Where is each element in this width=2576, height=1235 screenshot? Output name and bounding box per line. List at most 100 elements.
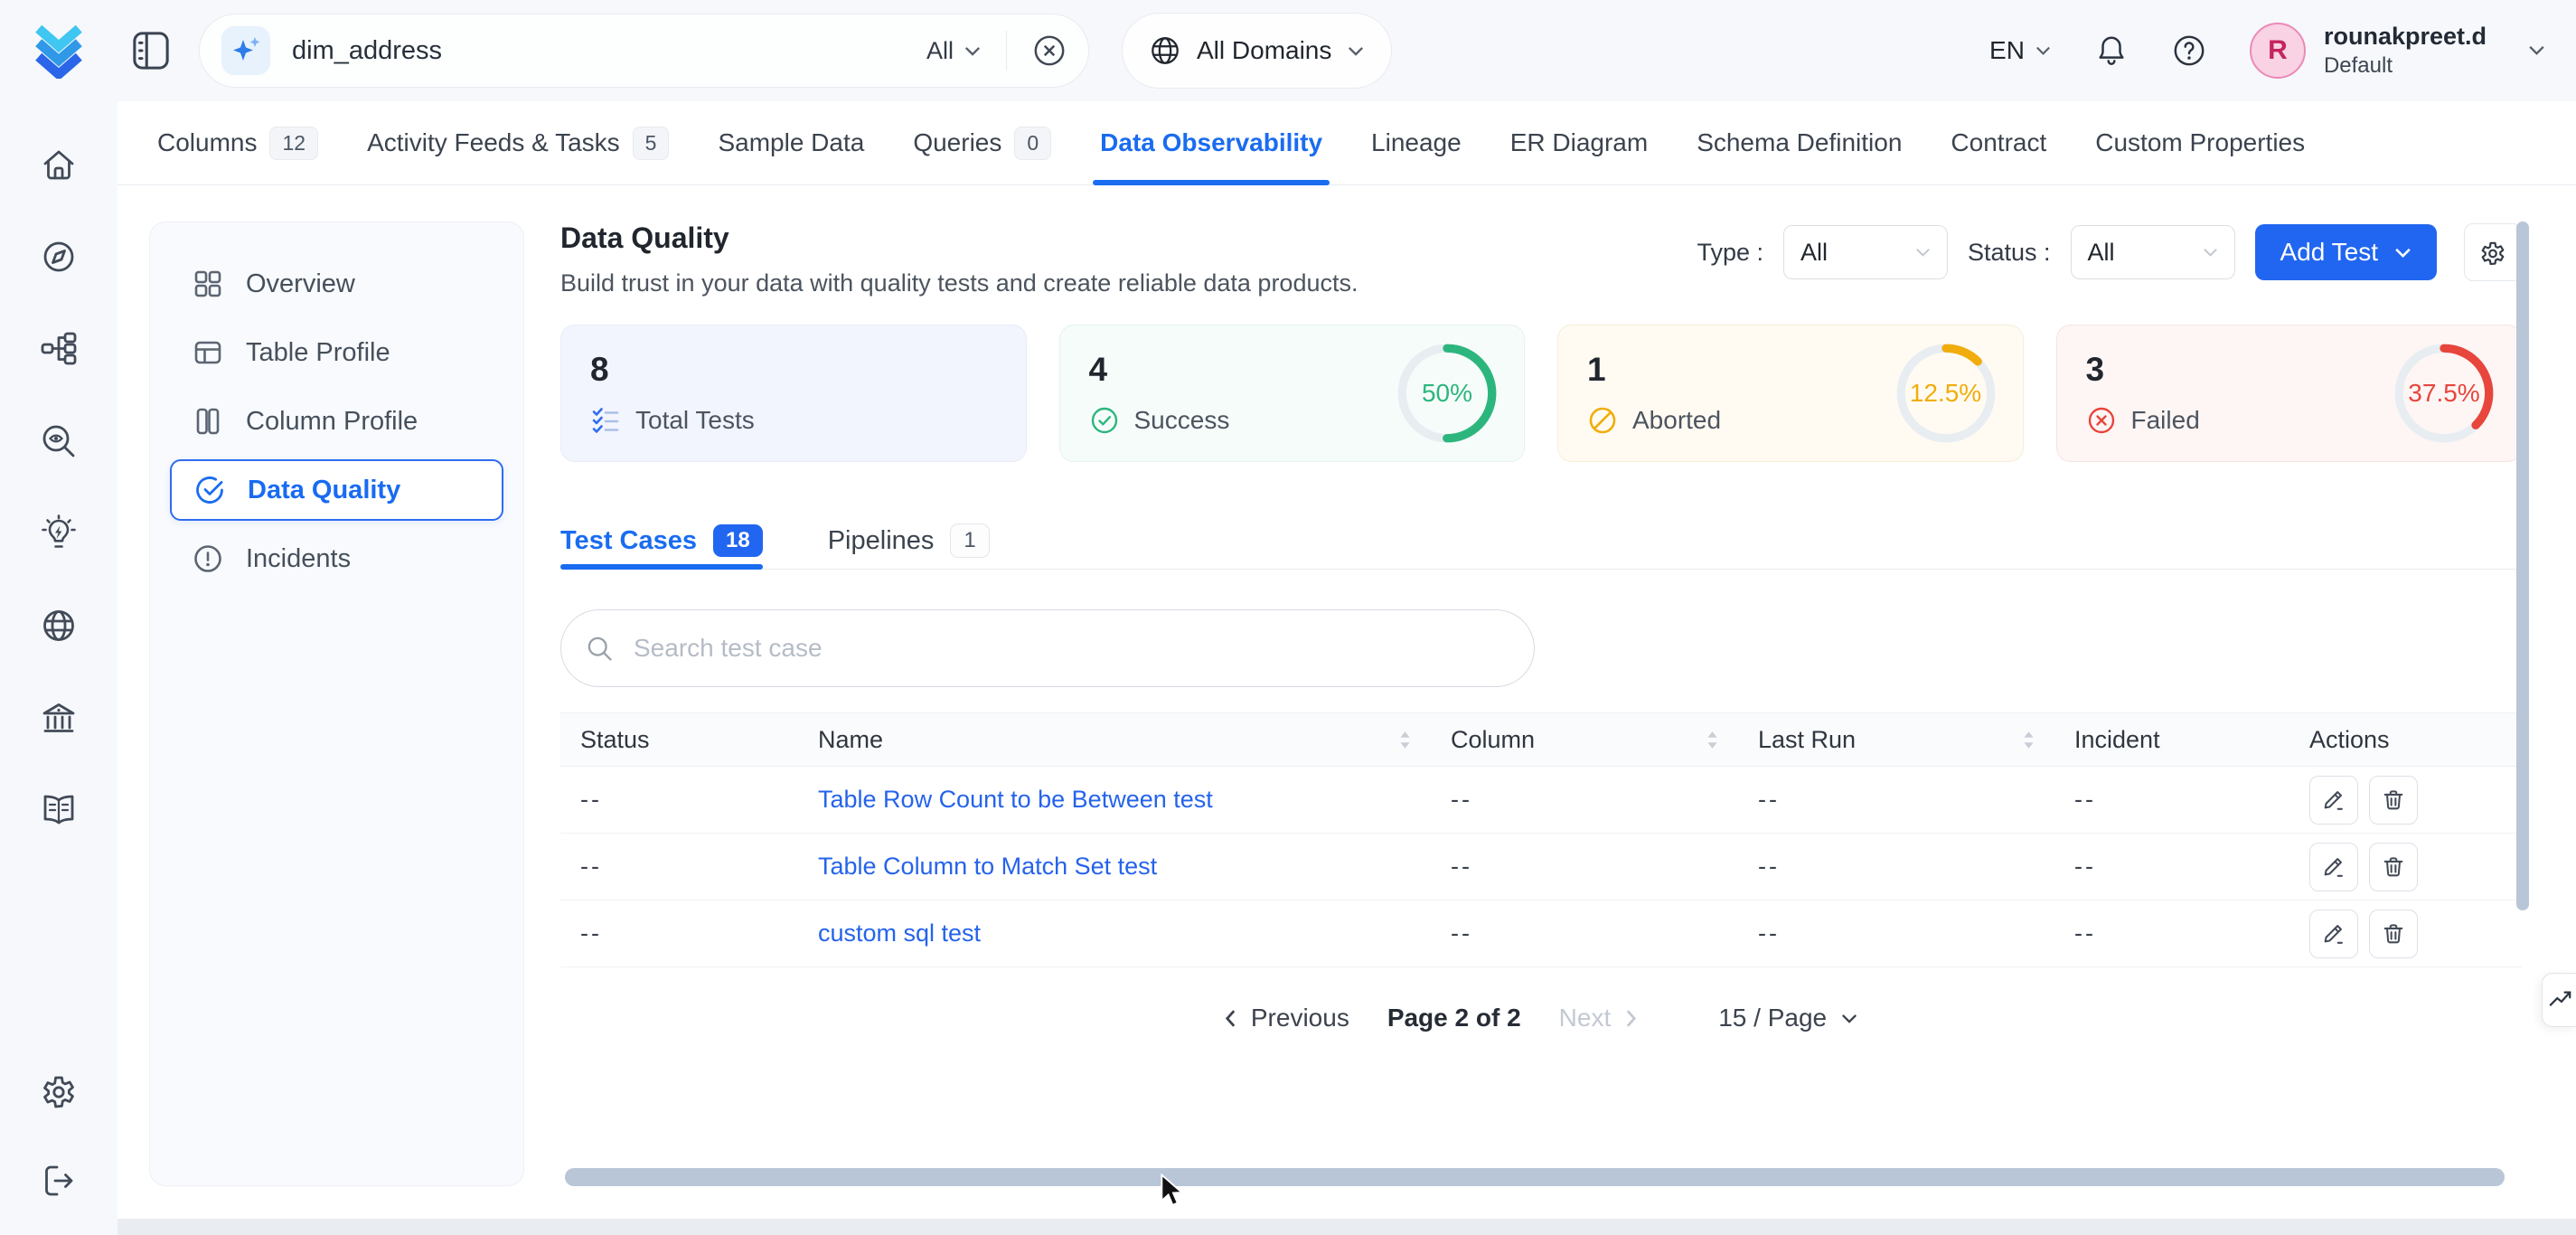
global-search-bar[interactable]: dim_address All	[199, 14, 1089, 88]
delete-button[interactable]	[2369, 910, 2418, 958]
tab-columns[interactable]: Columns12	[157, 101, 318, 184]
test-cases-table: Status Name Column Last Run Incident Ac	[560, 712, 2522, 967]
language-selector[interactable]: EN	[1989, 36, 2051, 65]
sidebar-item-table-profile[interactable]: Table Profile	[170, 322, 503, 383]
test-case-search[interactable]	[560, 609, 1535, 687]
domains-selector[interactable]: All Domains	[1122, 13, 1392, 89]
entity-tab-bar: Columns12 Activity Feeds & Tasks5 Sample…	[118, 101, 2576, 185]
search-input[interactable]: dim_address	[292, 36, 442, 66]
governance-bank-icon[interactable]	[39, 698, 79, 738]
chevron-down-icon	[1915, 248, 1931, 257]
tab-count-badge: 0	[1014, 127, 1051, 160]
delete-button[interactable]	[2369, 843, 2418, 891]
vertical-scrollbar[interactable]	[2516, 222, 2529, 910]
explore-compass-icon[interactable]	[39, 237, 79, 277]
search-scope-value: All	[926, 37, 954, 65]
search-scope-dropdown[interactable]: All	[926, 37, 981, 65]
observability-search-eye-icon[interactable]	[39, 421, 79, 461]
sidebar-item-label: Incidents	[246, 544, 351, 574]
test-case-link[interactable]: Table Column to Match Set test	[818, 853, 1157, 881]
help-icon[interactable]	[2172, 33, 2206, 68]
chevron-right-icon	[1625, 1009, 1637, 1028]
sidebar-item-incidents[interactable]: Incidents	[170, 528, 503, 589]
glossary-book-icon[interactable]	[39, 790, 79, 830]
tab-er-diagram[interactable]: ER Diagram	[1510, 101, 1648, 184]
sort-icon[interactable]	[1399, 731, 1411, 749]
tab-activity-feeds[interactable]: Activity Feeds & Tasks5	[367, 101, 669, 184]
chevron-down-icon	[2394, 248, 2411, 258]
pencil-icon	[2321, 787, 2346, 813]
cell-status: --	[560, 919, 798, 947]
col-header-incident: Incident	[2054, 726, 2289, 754]
page-title: Data Quality	[560, 222, 1358, 255]
tab-custom-properties[interactable]: Custom Properties	[2095, 101, 2305, 184]
add-test-button[interactable]: Add Test	[2255, 224, 2437, 280]
type-filter-label: Type :	[1697, 239, 1763, 267]
help-widget-tab[interactable]	[2542, 973, 2576, 1027]
globe-icon	[1150, 35, 1180, 66]
sidebar-toggle-icon[interactable]	[132, 30, 170, 71]
search-clear-icon[interactable]	[1032, 33, 1067, 68]
tab-sample-data[interactable]: Sample Data	[718, 101, 864, 184]
sort-icon[interactable]	[2023, 731, 2035, 749]
tab-queries[interactable]: Queries0	[913, 101, 1051, 184]
col-header-name: Name	[798, 726, 1431, 754]
stat-label: Total Tests	[635, 406, 755, 435]
notifications-bell-icon[interactable]	[2094, 33, 2129, 68]
sidebar-item-column-profile[interactable]: Column Profile	[170, 391, 503, 452]
domains-globe-icon[interactable]	[39, 606, 79, 646]
next-page-button[interactable]: Next	[1559, 1004, 1638, 1032]
user-menu[interactable]: R rounakpreet.d Default	[2250, 22, 2545, 80]
previous-page-button[interactable]: Previous	[1225, 1004, 1349, 1032]
home-icon[interactable]	[39, 145, 79, 184]
test-case-link[interactable]: Table Row Count to be Between test	[818, 786, 1213, 814]
stat-card-failed: 3 Failed 37.5%	[2056, 325, 2523, 462]
tab-pipelines[interactable]: Pipelines 1	[828, 513, 990, 569]
sidebar-item-overview[interactable]: Overview	[170, 253, 503, 315]
logout-icon[interactable]	[39, 1161, 79, 1201]
sort-icon[interactable]	[1706, 731, 1718, 749]
stat-card-aborted: 1 Aborted 12.5%	[1557, 325, 2024, 462]
page-size-select[interactable]: 15 / Page	[1718, 1004, 1857, 1032]
edit-button[interactable]	[2309, 910, 2358, 958]
horizontal-scrollbar[interactable]	[565, 1168, 2505, 1186]
main-content: Overview Table Profile Column Profile Da…	[118, 185, 2576, 1235]
page-info: Page 2 of 2	[1387, 1004, 1521, 1032]
col-header-actions: Actions	[2289, 726, 2522, 754]
user-name: rounakpreet.d	[2324, 22, 2487, 51]
col-header-status: Status	[560, 726, 798, 754]
test-case-search-input[interactable]	[632, 633, 1510, 664]
settings-gear-icon[interactable]	[39, 1070, 79, 1110]
user-team: Default	[2324, 52, 2487, 80]
type-filter-select[interactable]: All	[1783, 225, 1948, 279]
insights-lightbulb-icon[interactable]	[39, 514, 79, 553]
tab-schema-definition[interactable]: Schema Definition	[1697, 101, 1902, 184]
tab-contract[interactable]: Contract	[1951, 101, 2046, 184]
lineage-flow-icon[interactable]	[39, 329, 79, 369]
test-case-link[interactable]: custom sql test	[818, 919, 981, 947]
chevron-down-icon	[2203, 248, 2218, 257]
cell-last-run: --	[1738, 786, 2054, 814]
edit-button[interactable]	[2309, 776, 2358, 825]
test-settings-button[interactable]	[2464, 223, 2522, 281]
delete-button[interactable]	[2369, 776, 2418, 825]
cell-incident: --	[2054, 919, 2289, 947]
chevron-left-icon	[1225, 1009, 1236, 1028]
stat-card-total-tests: 8 Total Tests	[560, 325, 1027, 462]
tab-data-observability[interactable]: Data Observability	[1100, 101, 1322, 184]
tab-count-badge: 12	[269, 127, 318, 160]
app-logo-icon[interactable]	[31, 23, 87, 79]
chevron-down-icon	[964, 46, 981, 56]
cell-last-run: --	[1738, 919, 2054, 947]
table-row: -- Table Row Count to be Between test --…	[560, 767, 2522, 834]
test-cases-count-badge: 18	[713, 524, 763, 557]
stat-value: 8	[590, 351, 997, 389]
tab-test-cases[interactable]: Test Cases 18	[560, 513, 763, 569]
edit-button[interactable]	[2309, 843, 2358, 891]
sidebar-item-data-quality[interactable]: Data Quality	[170, 459, 503, 521]
stat-label: Aborted	[1632, 406, 1721, 435]
success-check-icon	[1089, 405, 1120, 436]
success-donut: 50%	[1396, 342, 1499, 445]
status-filter-select[interactable]: All	[2071, 225, 2235, 279]
tab-lineage[interactable]: Lineage	[1371, 101, 1462, 184]
